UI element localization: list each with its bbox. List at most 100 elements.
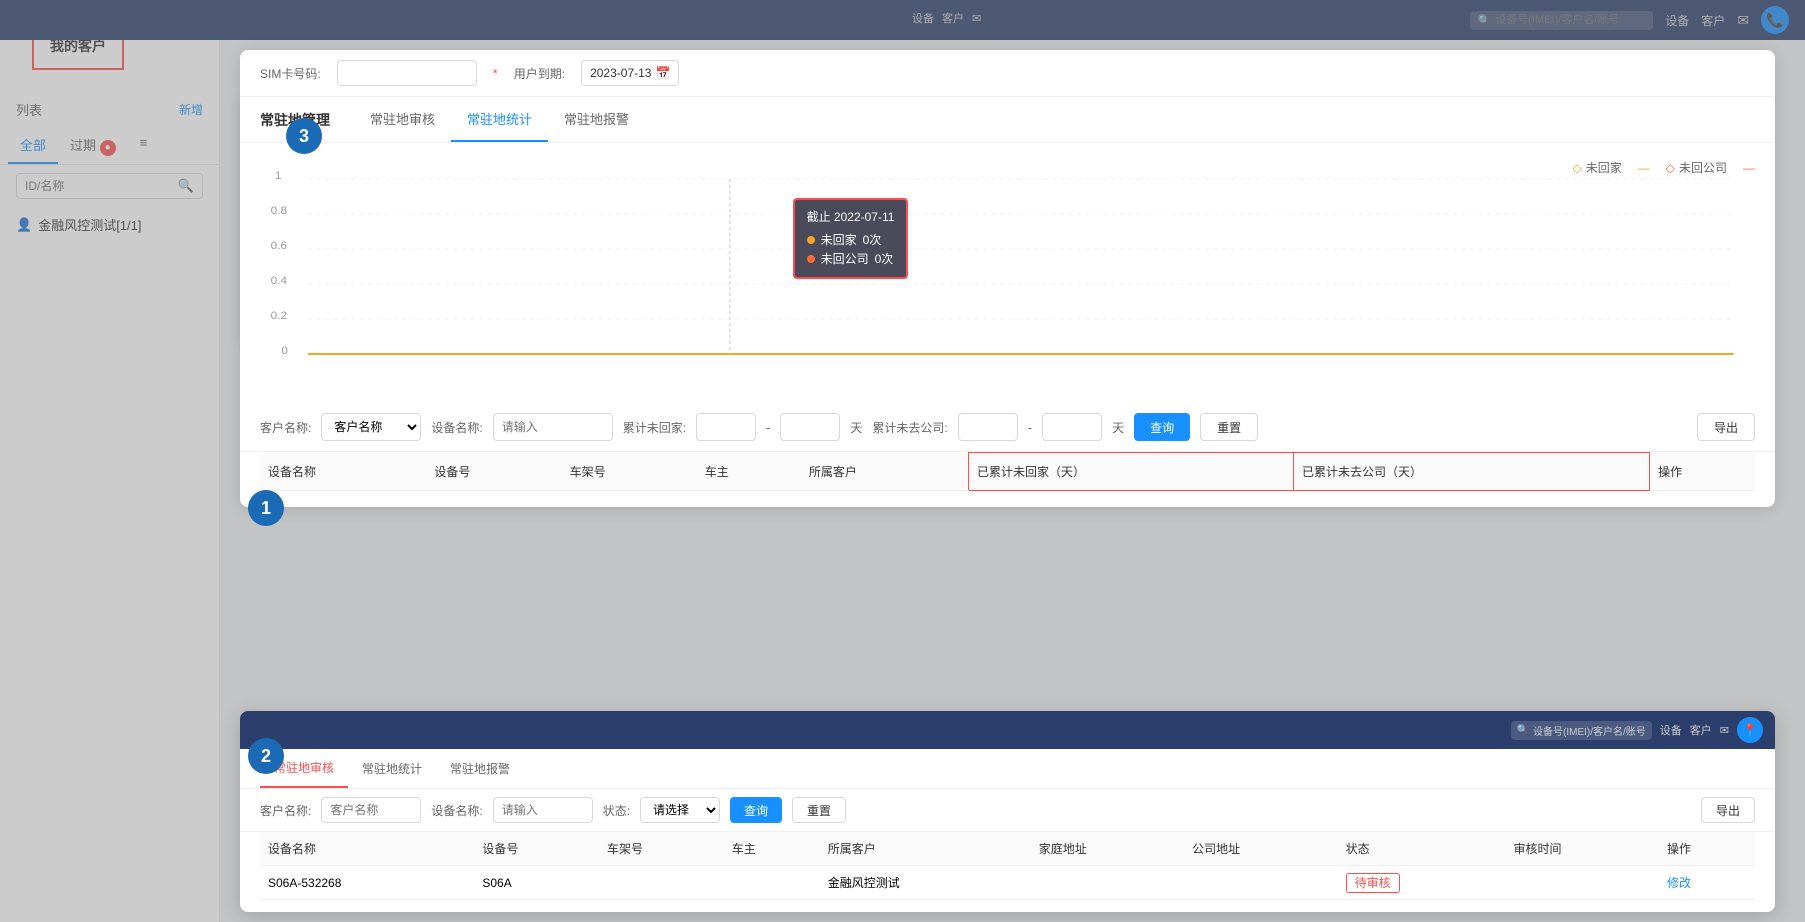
panel-main-header: 常驻地管理 常驻地审核 常驻地统计 常驻地报警 <box>240 97 1775 143</box>
tab2-stats[interactable]: 常驻地统计 <box>348 750 436 787</box>
svg-text:0.2: 0.2 <box>271 310 287 322</box>
sim-input[interactable] <box>337 60 477 86</box>
not-home-to-input[interactable] <box>780 413 840 441</box>
not-company-to-input[interactable] <box>1042 413 1102 441</box>
expire-date-field[interactable]: 2023-07-13 📅 <box>581 60 679 86</box>
svg-text:1: 1 <box>275 170 282 182</box>
p2-dev-label: 设备名称: <box>431 802 482 819</box>
svg-text:0: 0 <box>281 345 288 357</box>
not-home-unit: 天 <box>850 419 862 436</box>
p2-reset-btn[interactable]: 重置 <box>792 797 846 823</box>
svg-text:0.6: 0.6 <box>271 240 287 252</box>
tab-stats[interactable]: 常驻地统计 <box>451 97 548 142</box>
calendar-icon[interactable]: 📅 <box>655 66 670 80</box>
th-not-home: 已累计未回家（天） <box>969 453 1294 491</box>
p2-table-body: S06A-532268 S06A 金融风控测试 待审核 修改 <box>260 866 1755 900</box>
p2-dev-input[interactable] <box>493 797 593 823</box>
th-owner: 车主 <box>697 453 801 491</box>
tab-alert[interactable]: 常驻地报警 <box>548 97 645 142</box>
td-device-name: S06A-532268 <box>260 866 474 900</box>
customer-filter-select[interactable]: 客户名称 <box>321 413 421 441</box>
main-table: 设备名称 设备号 车架号 车主 所属客户 已累计未回家（天） 已累计未去公司（天… <box>260 452 1755 491</box>
td-status: 待审核 <box>1338 866 1506 900</box>
reset-button[interactable]: 重置 <box>1200 413 1258 441</box>
table-row: S06A-532268 S06A 金融风控测试 待审核 修改 <box>260 866 1755 900</box>
p2-th-3: 车主 <box>724 832 820 866</box>
p2-export-btn[interactable]: 导出 <box>1701 797 1755 823</box>
legend-not-company: ◇ 未回公司 <box>1666 159 1727 176</box>
expire-label: 用户到期: <box>514 65 565 82</box>
th-frame-no: 车架号 <box>562 453 697 491</box>
chart-svg: 0 0.2 0.4 0.6 0.8 1 2022-07-09 2022-07-1… <box>260 159 1755 359</box>
not-home-from-input[interactable] <box>696 413 756 441</box>
tooltip-date: 截止 2022-07-11 <box>807 208 895 225</box>
number-1: 1 <box>248 490 284 526</box>
panel-audit: 🔍 设备号(IMEI)/客户名/账号 设备 客户 ✉ 📍 常驻地审核 常驻地统计… <box>240 711 1775 912</box>
th-customer: 所属客户 <box>801 453 969 491</box>
customer-filter-label: 客户名称: <box>260 419 311 436</box>
th-not-company: 已累计未去公司（天） <box>1293 453 1649 491</box>
chart-tooltip: 截止 2022-07-11 未回家 0次 未回公司 0次 <box>793 198 909 279</box>
p2-th-1: 设备号 <box>474 832 599 866</box>
p2-th-2: 车架号 <box>599 832 724 866</box>
search-icon-p2: 🔍 <box>1517 725 1529 736</box>
p2-header-row: 设备名称 设备号 车架号 车主 所属客户 家庭地址 公司地址 状态 审核时间 操… <box>260 832 1755 866</box>
expire-required: * <box>493 66 498 81</box>
p2-cust-input[interactable] <box>321 797 421 823</box>
export-button[interactable]: 导出 <box>1697 413 1755 441</box>
p2-device: 设备 <box>1660 722 1682 738</box>
p2-th-4: 所属客户 <box>820 832 1031 866</box>
not-home-filter-label: 累计未回家: <box>623 419 686 436</box>
p2-status-select[interactable]: 请选择 <box>640 797 720 823</box>
tooltip-not-company: 未回公司 0次 <box>807 250 895 267</box>
p2-th-7: 状态 <box>1338 832 1506 866</box>
td-home-addr <box>1031 866 1184 900</box>
td-owner <box>724 866 820 900</box>
p2-th-5: 家庭地址 <box>1031 832 1184 866</box>
sim-form-row: SIM卡号码: * 用户到期: 2023-07-13 📅 <box>240 50 1775 97</box>
th-device-name: 设备名称 <box>260 453 426 491</box>
tab-audit[interactable]: 常驻地审核 <box>354 97 451 142</box>
panel2-search[interactable]: 🔍 设备号(IMEI)/客户名/账号 <box>1511 721 1652 740</box>
dash2: - <box>1028 420 1032 435</box>
device-filter-input[interactable] <box>493 413 613 441</box>
p2-th-9: 操作 <box>1659 832 1755 866</box>
table-wrap: 设备名称 设备号 车架号 车主 所属客户 已累计未回家（天） 已累计未去公司（天… <box>240 452 1775 507</box>
p2-th-0: 设备名称 <box>260 832 474 866</box>
panel2-filter-row: 客户名称: 设备名称: 状态: 请选择 查询 重置 导出 <box>240 789 1775 832</box>
td-customer: 金融风控测试 <box>820 866 1031 900</box>
number-3: 3 <box>286 118 322 154</box>
expire-date-value: 2023-07-13 <box>590 66 651 80</box>
panel2-table-wrap: 设备名称 设备号 车架号 车主 所属客户 家庭地址 公司地址 状态 审核时间 操… <box>240 832 1775 912</box>
p2-search-btn[interactable]: 查询 <box>730 797 782 823</box>
action-modify-link[interactable]: 修改 <box>1667 876 1691 890</box>
p2-th-8: 审核时间 <box>1506 832 1659 866</box>
not-company-from-input[interactable] <box>958 413 1018 441</box>
tooltip-not-home: 未回家 0次 <box>807 231 895 248</box>
not-company-unit: 天 <box>1112 419 1124 436</box>
device-filter-label: 设备名称: <box>431 419 482 436</box>
search-button[interactable]: 查询 <box>1134 413 1190 441</box>
p2-cust-label: 客户名称: <box>260 802 311 819</box>
tooltip-dot-company <box>807 255 815 263</box>
tab2-alert[interactable]: 常驻地报警 <box>436 750 524 787</box>
th-action: 操作 <box>1650 453 1755 491</box>
p2-location-icon[interactable]: 📍 <box>1737 717 1763 743</box>
svg-text:0.4: 0.4 <box>271 275 287 287</box>
table-header-row: 设备名称 设备号 车架号 车主 所属客户 已累计未回家（天） 已累计未去公司（天… <box>260 453 1755 491</box>
not-company-filter-label: 累计未去公司: <box>872 419 947 436</box>
td-company-addr <box>1184 866 1337 900</box>
td-action[interactable]: 修改 <box>1659 866 1755 900</box>
p2-status-label: 状态: <box>603 802 630 819</box>
tooltip-dot-home <box>807 236 815 244</box>
td-audit-time <box>1506 866 1659 900</box>
p2-customer: 客户 <box>1690 722 1712 738</box>
chart-area: ◇ 未回家 — ◇ 未回公司 — 0 0.2 0.4 0.6 0.8 1 <box>240 143 1775 403</box>
td-device-no: S06A <box>474 866 599 900</box>
status-badge: 待审核 <box>1346 873 1400 893</box>
th-device-no: 设备号 <box>426 453 561 491</box>
panel-main: SIM卡号码: * 用户到期: 2023-07-13 📅 常驻地管理 常驻地审核… <box>240 50 1775 507</box>
number-2: 2 <box>248 738 284 774</box>
dash1: - <box>766 420 770 435</box>
td-frame-no <box>599 866 724 900</box>
